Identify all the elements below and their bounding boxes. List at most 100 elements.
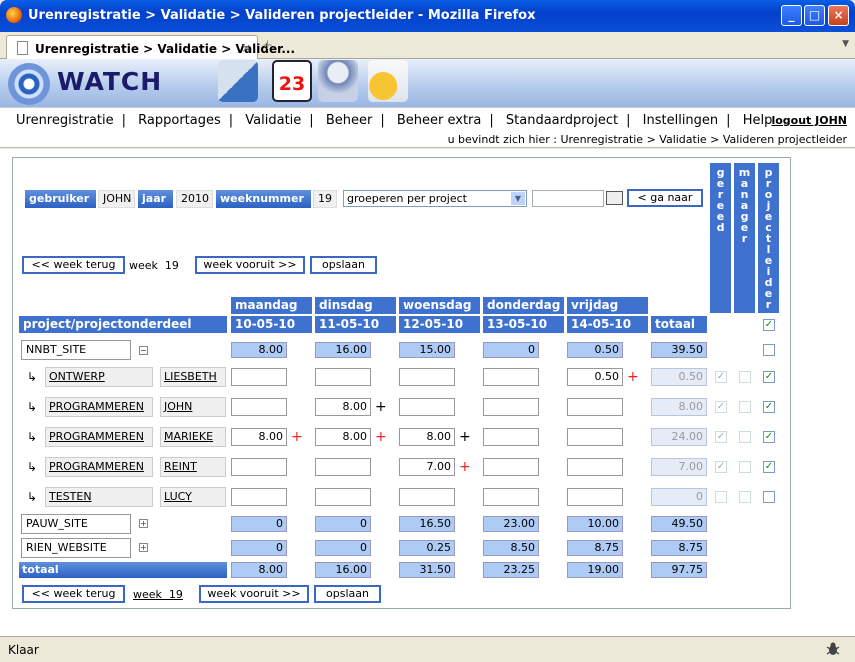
hours-input[interactable]: 0.50 (567, 368, 623, 386)
user-link[interactable]: LIESBETH (160, 367, 226, 387)
expand-icon[interactable]: + (139, 519, 148, 528)
date-header-2: 11-05-10 (315, 316, 396, 333)
calendar-clock-icon[interactable] (218, 60, 258, 102)
main-nav: Urenregistratie | Rapportages | Validatie |… (0, 107, 855, 132)
status-text: Klaar (8, 643, 39, 657)
project-day-total: 8.00 (231, 342, 287, 358)
project-part-link[interactable]: PROGRAMMEREN (45, 397, 153, 417)
hours-input[interactable]: 7.00 (399, 458, 455, 476)
week-back-button-bottom[interactable]: << week terug (22, 585, 125, 603)
select-all-checkbox[interactable]: ✓ (763, 319, 775, 331)
tab-close-icon[interactable]: × (241, 41, 251, 55)
nav-standaardproject[interactable]: Standaardproject (506, 113, 618, 128)
hours-input[interactable] (399, 488, 455, 506)
hours-input[interactable] (315, 488, 371, 506)
manager-checkbox (739, 401, 751, 413)
week-link[interactable]: week 19 (133, 588, 183, 601)
sub-arrow-icon: ↳ (27, 430, 38, 444)
nav-validatie[interactable]: Validatie (245, 113, 301, 128)
week-forward-button-bottom[interactable]: week vooruit >> (199, 585, 309, 603)
group-select[interactable]: groeperen per project ▼ (343, 190, 527, 207)
weeknummer-label: weeknummer (216, 190, 311, 208)
hours-input[interactable] (315, 458, 371, 476)
hours-input[interactable] (231, 368, 287, 386)
browser-tab[interactable]: Urenregistratie > Validatie > Valider...… (6, 35, 295, 59)
projectleider-checkbox[interactable]: ✓ (763, 461, 775, 473)
user-link[interactable]: LUCY (160, 487, 226, 507)
add-comment-icon[interactable]: + (459, 430, 471, 444)
calendar-icon[interactable]: 23 (272, 60, 312, 102)
project-part-link[interactable]: PROGRAMMEREN (45, 427, 153, 447)
hours-input[interactable] (483, 398, 539, 416)
nav-beheer[interactable]: Beheer (326, 113, 373, 128)
expand-icon[interactable]: + (139, 543, 148, 552)
hours-input[interactable] (231, 398, 287, 416)
user-link[interactable]: MARIEKE (160, 427, 226, 447)
close-button[interactable]: × (828, 5, 849, 26)
goto-input[interactable] (532, 190, 604, 207)
add-comment-icon[interactable]: + (375, 400, 387, 414)
save-button[interactable]: opslaan (310, 256, 377, 274)
manager-checkbox (739, 491, 751, 503)
hours-input[interactable]: 8.00 (315, 428, 371, 446)
gereed-header: g e r e e d (710, 163, 731, 313)
projectleider-checkbox[interactable]: ✓ (763, 431, 775, 443)
hours-input[interactable] (483, 458, 539, 476)
hours-input[interactable] (567, 428, 623, 446)
add-comment-icon[interactable]: + (459, 460, 471, 474)
tab-list-icon[interactable]: ▼ (842, 39, 849, 49)
add-comment-icon[interactable]: + (291, 430, 303, 444)
calendar-picker-icon[interactable] (606, 191, 623, 205)
projectleider-checkbox[interactable] (763, 491, 775, 503)
hours-input[interactable] (399, 398, 455, 416)
people-icon[interactable] (318, 60, 358, 102)
project-name: PAUW_SITE (21, 514, 131, 534)
projectleider-checkbox[interactable]: ✓ (763, 371, 775, 383)
nav-beheer-extra[interactable]: Beheer extra (397, 113, 482, 128)
nav-help[interactable]: Help (743, 113, 773, 128)
add-comment-icon[interactable]: + (627, 370, 639, 384)
hours-input[interactable] (483, 368, 539, 386)
maximize-button[interactable]: □ (804, 5, 825, 26)
add-comment-icon[interactable]: + (375, 430, 387, 444)
hours-input[interactable] (483, 488, 539, 506)
bug-icon[interactable] (825, 641, 841, 657)
hours-input[interactable] (315, 368, 371, 386)
hours-input[interactable]: 8.00 (315, 398, 371, 416)
hours-input[interactable] (567, 488, 623, 506)
window-titlebar: Urenregistratie > Validatie > Valideren … (0, 0, 855, 32)
nav-rapportages[interactable]: Rapportages (138, 113, 221, 128)
project-approve-checkbox[interactable] (763, 344, 775, 356)
hours-input[interactable] (231, 488, 287, 506)
collapse-icon[interactable]: − (139, 346, 148, 355)
logout-link[interactable]: logout JOHN (771, 114, 847, 127)
hours-input[interactable]: 8.00 (231, 428, 287, 446)
day-grand-total: 31.50 (399, 562, 455, 578)
minimize-button[interactable]: _ (781, 5, 802, 26)
sub-arrow-icon: ↳ (27, 460, 38, 474)
nav-urenregistratie[interactable]: Urenregistratie (16, 113, 114, 128)
project-part-link[interactable]: PROGRAMMEREN (45, 457, 153, 477)
user-link[interactable]: REINT (160, 457, 226, 477)
project-part-link[interactable]: TESTEN (45, 487, 153, 507)
hours-input[interactable] (483, 428, 539, 446)
gereed-checkbox (715, 491, 727, 503)
nav-instellingen[interactable]: Instellingen (643, 113, 719, 128)
sub-arrow-icon: ↳ (27, 400, 38, 414)
hours-input[interactable] (231, 458, 287, 476)
money-document-icon[interactable] (368, 60, 408, 102)
project-day-total: 0 (231, 516, 287, 532)
week-forward-button[interactable]: week vooruit >> (195, 256, 305, 274)
hours-input[interactable]: 8.00 (399, 428, 455, 446)
project-header: project/projectonderdeel (19, 316, 227, 333)
project-part-link[interactable]: ONTWERP (45, 367, 153, 387)
save-button-bottom[interactable]: opslaan (314, 585, 381, 603)
user-link[interactable]: JOHN (160, 397, 226, 417)
projectleider-checkbox[interactable]: ✓ (763, 401, 775, 413)
goto-button[interactable]: < ga naar (627, 189, 703, 207)
week-back-button[interactable]: << week terug (22, 256, 125, 274)
hours-input[interactable] (399, 368, 455, 386)
hours-input[interactable] (567, 398, 623, 416)
hours-input[interactable] (567, 458, 623, 476)
new-tab-icon[interactable]: + (262, 38, 273, 53)
